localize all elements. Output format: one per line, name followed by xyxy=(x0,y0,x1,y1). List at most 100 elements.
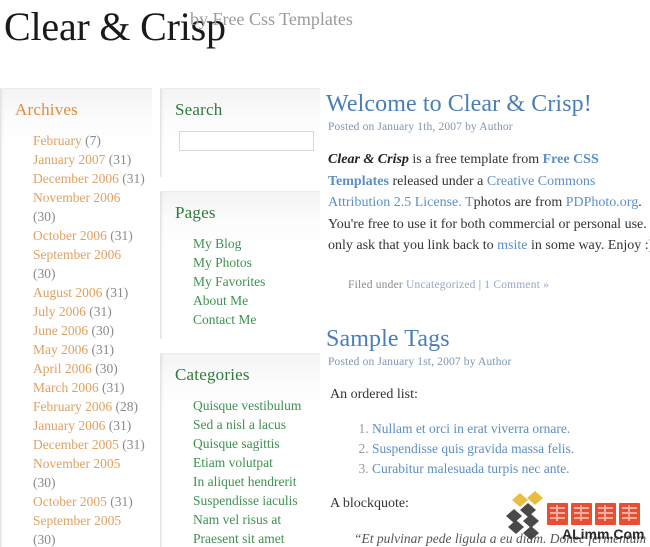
sample-list-link[interactable]: Suspendisse quis gravida massa felis. xyxy=(372,441,574,456)
post-sample-tags-title[interactable]: Sample Tags xyxy=(326,325,650,353)
archive-link[interactable]: January 2007 xyxy=(33,152,105,167)
archive-list-item: May 2006 (31) xyxy=(33,340,146,359)
archive-link[interactable]: December 2006 xyxy=(33,171,119,186)
archive-list-item: August 2006 (31) xyxy=(33,283,146,302)
link-my-site-part2[interactable]: site xyxy=(508,238,527,253)
archive-count: (28) xyxy=(112,399,138,414)
archive-count: (31) xyxy=(118,437,145,452)
sample-blockquote: “Et pulvinar pede ligula a eu diam. Done… xyxy=(354,528,650,547)
post-welcome-title[interactable]: Welcome to Clear & Crisp! xyxy=(326,90,650,118)
sidebar-middle: Search Pages My Blog My Photos My Favorite… xyxy=(160,88,320,547)
page-link[interactable]: My Blog xyxy=(193,236,241,251)
page-root: Clear & Crisp by Free Css Templates Arch… xyxy=(0,0,650,547)
archive-link[interactable]: November 2005 xyxy=(33,456,120,471)
archive-list-item: February 2006 (28) xyxy=(33,397,146,416)
category-link[interactable]: Quisque sagittis xyxy=(193,436,280,451)
page-link[interactable]: My Photos xyxy=(193,255,252,270)
archive-list-item: June 2006 (30) xyxy=(33,321,146,340)
page-list-item: About Me xyxy=(193,291,314,310)
filed-category-link[interactable]: Uncategorized xyxy=(406,279,476,291)
sample-blockquote-text: “Et pulvinar pede ligula a eu diam. Done… xyxy=(354,530,647,546)
category-list-item: In aliquet hendrerit xyxy=(193,472,314,491)
archive-count: (31) xyxy=(106,228,133,243)
category-link[interactable]: In aliquet hendrerit xyxy=(193,474,296,489)
archive-count: (31) xyxy=(106,494,133,509)
archive-link[interactable]: May 2006 xyxy=(33,342,88,357)
archive-list-item: September 2005 (30) xyxy=(33,511,146,547)
body-text-6: in some way. Enjoy :) xyxy=(527,238,650,253)
archive-count: (31) xyxy=(98,380,125,395)
archive-count: (30) xyxy=(33,209,56,224)
archive-list-item: March 2006 (31) xyxy=(33,378,146,397)
archive-link[interactable]: March 2006 xyxy=(33,380,99,395)
archive-link[interactable]: October 2005 xyxy=(33,494,107,509)
search-input[interactable] xyxy=(179,131,314,151)
post-welcome-body: Clear & Crisp is a free template from Fr… xyxy=(328,149,650,257)
archive-list-item: December 2005 (31) xyxy=(33,435,146,454)
archive-link[interactable]: February 2006 xyxy=(33,399,112,414)
archive-link[interactable]: June 2006 xyxy=(33,323,88,338)
category-link[interactable]: Praesent sit amet xyxy=(193,531,284,546)
archive-link[interactable]: December 2005 xyxy=(33,437,119,452)
archive-list-item: January 2007 (31) xyxy=(33,150,146,169)
archive-count: (31) xyxy=(105,418,132,433)
page-link[interactable]: My Favorites xyxy=(193,274,265,289)
page-link[interactable]: About Me xyxy=(193,293,248,308)
archive-count: (31) xyxy=(85,304,112,319)
ordered-list-intro: An ordered list: xyxy=(330,386,418,402)
post-sample-tags-meta: Posted on January 1st, 2007 by Author xyxy=(328,355,512,368)
post-sample-tags-title-link[interactable]: Sample Tags xyxy=(326,326,450,352)
archive-count: (31) xyxy=(102,285,129,300)
archive-count: (30) xyxy=(88,323,115,338)
widget-search-title: Search xyxy=(175,100,223,119)
page-link[interactable]: Contact Me xyxy=(193,312,256,327)
category-link[interactable]: Etiam volutpat xyxy=(193,455,273,470)
archive-link[interactable]: April 2006 xyxy=(33,361,92,376)
category-list-item: Sed a nisl a lacus xyxy=(193,415,314,434)
page-list-item: My Photos xyxy=(193,253,314,272)
link-pdphoto[interactable]: PDPhoto.org xyxy=(566,195,638,210)
archive-link[interactable]: February xyxy=(33,133,82,148)
archive-link[interactable]: September 2005 xyxy=(33,513,121,528)
comments-link[interactable]: 1 Comment » xyxy=(484,279,549,291)
category-link[interactable]: Sed a nisl a lacus xyxy=(193,417,286,432)
post-spacer xyxy=(326,299,650,325)
archive-count: (30) xyxy=(33,266,56,281)
blockquote-intro: A blockquote: xyxy=(330,495,409,511)
archive-list-item: July 2006 (31) xyxy=(33,302,146,321)
category-link[interactable]: Quisque vestibulum xyxy=(193,398,301,413)
category-list-item: Praesent sit amet xyxy=(193,529,314,547)
widget-categories: Categories Quisque vestibulum Sed a nisl … xyxy=(160,353,320,547)
categories-list: Quisque vestibulum Sed a nisl a lacus Quis… xyxy=(175,396,314,547)
page-list-item: My Blog xyxy=(193,234,314,253)
link-my-site-part1[interactable]: m xyxy=(497,238,508,253)
archive-list-item: October 2005 (31) xyxy=(33,492,146,511)
category-link[interactable]: Nam vel risus at xyxy=(193,512,281,527)
sample-list-link[interactable]: Nullam et orci in erat viverra ornare. xyxy=(372,421,570,436)
site-header: Clear & Crisp by Free Css Templates xyxy=(0,0,650,62)
category-list-item: Quisque sagittis xyxy=(193,434,314,453)
widget-pages: Pages My Blog My Photos My Favorites About … xyxy=(160,191,320,339)
archive-list-item: November 2006 (30) xyxy=(33,188,146,226)
post-sample-tags: Sample Tags Posted on January 1st, 2007 … xyxy=(326,325,650,547)
archive-link[interactable]: October 2006 xyxy=(33,228,107,243)
sample-list-link[interactable]: Curabitur malesuada turpis nec ante. xyxy=(372,461,570,476)
page-list-item: My Favorites xyxy=(193,272,314,291)
post-welcome-title-link[interactable]: Welcome to Clear & Crisp! xyxy=(326,91,592,117)
archive-link[interactable]: August 2006 xyxy=(33,285,102,300)
archive-link[interactable]: July 2006 xyxy=(33,304,86,319)
post-welcome-meta: Posted on January 1th, 2007 by Author xyxy=(328,121,513,133)
filed-prefix: Filed under xyxy=(348,278,406,291)
category-link[interactable]: Suspendisse iaculis xyxy=(193,493,298,508)
archive-link[interactable]: January 2006 xyxy=(33,418,105,433)
archive-link[interactable]: September 2006 xyxy=(33,247,121,262)
main-content: Welcome to Clear & Crisp! Posted on Janu… xyxy=(326,90,650,547)
filed-separator: | xyxy=(475,278,485,291)
archive-link[interactable]: November 2006 xyxy=(33,190,120,205)
category-list-item: Nam vel risus at xyxy=(193,510,314,529)
category-list-item: Suspendisse iaculis xyxy=(193,491,314,510)
sample-list-item: Curabitur malesuada turpis nec ante. xyxy=(372,459,650,479)
page-list-item: Contact Me xyxy=(193,310,314,329)
pages-list: My Blog My Photos My Favorites About Me Cont… xyxy=(175,234,314,329)
archive-list-item: January 2006 (31) xyxy=(33,416,146,435)
